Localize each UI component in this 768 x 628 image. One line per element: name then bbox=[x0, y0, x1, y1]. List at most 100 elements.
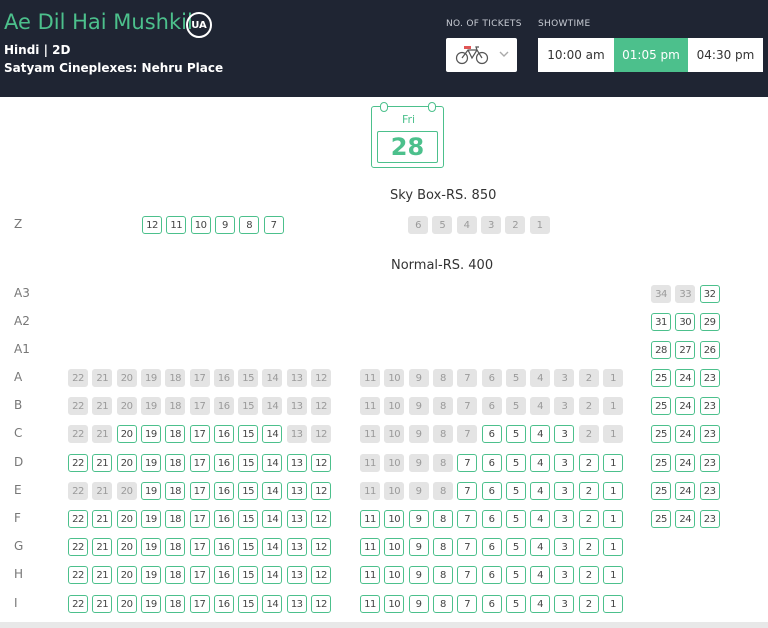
seat[interactable]: 19 bbox=[140, 538, 161, 556]
seat[interactable]: 7 bbox=[457, 538, 478, 556]
seat[interactable]: 23 bbox=[699, 425, 720, 443]
seat[interactable]: 20 bbox=[116, 595, 137, 613]
seat[interactable]: 13 bbox=[286, 510, 307, 528]
seat[interactable]: 3 bbox=[554, 538, 575, 556]
seat[interactable]: 13 bbox=[286, 566, 307, 584]
seat[interactable]: 10 bbox=[384, 510, 405, 528]
seat[interactable]: 14 bbox=[262, 454, 283, 472]
seat[interactable]: 22 bbox=[68, 454, 88, 472]
seat[interactable]: 3 bbox=[554, 454, 575, 472]
seat[interactable]: 19 bbox=[140, 482, 161, 500]
seat[interactable]: 23 bbox=[699, 369, 720, 387]
seat[interactable]: 9 bbox=[408, 566, 429, 584]
seat[interactable]: 9 bbox=[214, 216, 235, 234]
seat[interactable]: 15 bbox=[238, 425, 259, 443]
seat[interactable]: 22 bbox=[68, 510, 88, 528]
seat[interactable]: 16 bbox=[213, 425, 234, 443]
seat[interactable]: 6 bbox=[481, 538, 502, 556]
seat[interactable]: 25 bbox=[651, 369, 671, 387]
seat[interactable]: 22 bbox=[68, 595, 88, 613]
seat[interactable]: 28 bbox=[651, 341, 671, 359]
seat[interactable]: 17 bbox=[189, 454, 210, 472]
seat[interactable]: 22 bbox=[68, 538, 88, 556]
seat[interactable]: 6 bbox=[481, 425, 502, 443]
seat[interactable]: 25 bbox=[651, 397, 671, 415]
seat[interactable]: 17 bbox=[189, 595, 210, 613]
seat[interactable]: 20 bbox=[116, 566, 137, 584]
seat[interactable]: 20 bbox=[116, 538, 137, 556]
seat[interactable]: 16 bbox=[213, 454, 234, 472]
seat[interactable]: 17 bbox=[189, 510, 210, 528]
seat[interactable]: 30 bbox=[675, 313, 696, 331]
seat[interactable]: 14 bbox=[262, 538, 283, 556]
seat[interactable]: 24 bbox=[675, 425, 696, 443]
seat[interactable]: 18 bbox=[165, 538, 186, 556]
seat[interactable]: 7 bbox=[457, 454, 478, 472]
seat[interactable]: 22 bbox=[68, 566, 88, 584]
seat[interactable]: 12 bbox=[311, 510, 331, 528]
seat[interactable]: 11 bbox=[360, 595, 380, 613]
seat[interactable]: 18 bbox=[165, 454, 186, 472]
seat[interactable]: 11 bbox=[360, 538, 380, 556]
seat[interactable]: 21 bbox=[92, 538, 113, 556]
seat[interactable]: 15 bbox=[238, 482, 259, 500]
seat[interactable]: 4 bbox=[530, 454, 551, 472]
seat[interactable]: 10 bbox=[190, 216, 211, 234]
seat[interactable]: 14 bbox=[262, 510, 283, 528]
seat[interactable]: 23 bbox=[699, 510, 720, 528]
seat[interactable]: 3 bbox=[554, 510, 575, 528]
seat[interactable]: 25 bbox=[651, 482, 671, 500]
seat[interactable]: 4 bbox=[530, 566, 551, 584]
seat[interactable]: 1 bbox=[603, 566, 623, 584]
seat[interactable]: 10 bbox=[384, 595, 405, 613]
seat[interactable]: 8 bbox=[432, 566, 453, 584]
seat[interactable]: 2 bbox=[578, 538, 599, 556]
seat[interactable]: 12 bbox=[311, 482, 331, 500]
seat[interactable]: 23 bbox=[699, 482, 720, 500]
seat[interactable]: 2 bbox=[578, 566, 599, 584]
seat[interactable]: 17 bbox=[189, 538, 210, 556]
seat[interactable]: 4 bbox=[530, 510, 551, 528]
seat[interactable]: 32 bbox=[699, 285, 720, 303]
seat[interactable]: 4 bbox=[530, 538, 551, 556]
seat[interactable]: 4 bbox=[530, 482, 551, 500]
seat[interactable]: 19 bbox=[140, 454, 161, 472]
seat[interactable]: 21 bbox=[92, 566, 113, 584]
seat[interactable]: 18 bbox=[165, 425, 186, 443]
seat[interactable]: 25 bbox=[651, 425, 671, 443]
seat[interactable]: 16 bbox=[213, 595, 234, 613]
seat[interactable]: 5 bbox=[505, 595, 526, 613]
seat[interactable]: 2 bbox=[578, 454, 599, 472]
seat[interactable]: 7 bbox=[457, 482, 478, 500]
seat[interactable]: 29 bbox=[699, 313, 720, 331]
seat[interactable]: 8 bbox=[239, 216, 260, 234]
seat[interactable]: 18 bbox=[165, 510, 186, 528]
seat[interactable]: 3 bbox=[554, 566, 575, 584]
seat[interactable]: 24 bbox=[675, 397, 696, 415]
seat[interactable]: 5 bbox=[505, 425, 526, 443]
seat[interactable]: 12 bbox=[311, 595, 331, 613]
seat[interactable]: 6 bbox=[481, 510, 502, 528]
seat[interactable]: 8 bbox=[432, 595, 453, 613]
seat[interactable]: 1 bbox=[603, 595, 623, 613]
seat[interactable]: 16 bbox=[213, 538, 234, 556]
seat[interactable]: 27 bbox=[675, 341, 696, 359]
seat[interactable]: 7 bbox=[263, 216, 284, 234]
showtime-option[interactable]: 04:30 pm bbox=[688, 38, 763, 72]
seat[interactable]: 15 bbox=[238, 538, 259, 556]
seat[interactable]: 26 bbox=[699, 341, 720, 359]
seat[interactable]: 6 bbox=[481, 566, 502, 584]
seat[interactable]: 3 bbox=[554, 425, 575, 443]
seat[interactable]: 16 bbox=[213, 510, 234, 528]
seat[interactable]: 10 bbox=[384, 538, 405, 556]
seat[interactable]: 12 bbox=[142, 216, 162, 234]
seat[interactable]: 24 bbox=[675, 482, 696, 500]
seat[interactable]: 8 bbox=[432, 510, 453, 528]
seat[interactable]: 15 bbox=[238, 510, 259, 528]
seat[interactable]: 19 bbox=[140, 510, 161, 528]
seat[interactable]: 16 bbox=[213, 482, 234, 500]
seat[interactable]: 14 bbox=[262, 595, 283, 613]
seat[interactable]: 24 bbox=[675, 454, 696, 472]
seat[interactable]: 10 bbox=[384, 566, 405, 584]
seat[interactable]: 13 bbox=[286, 482, 307, 500]
